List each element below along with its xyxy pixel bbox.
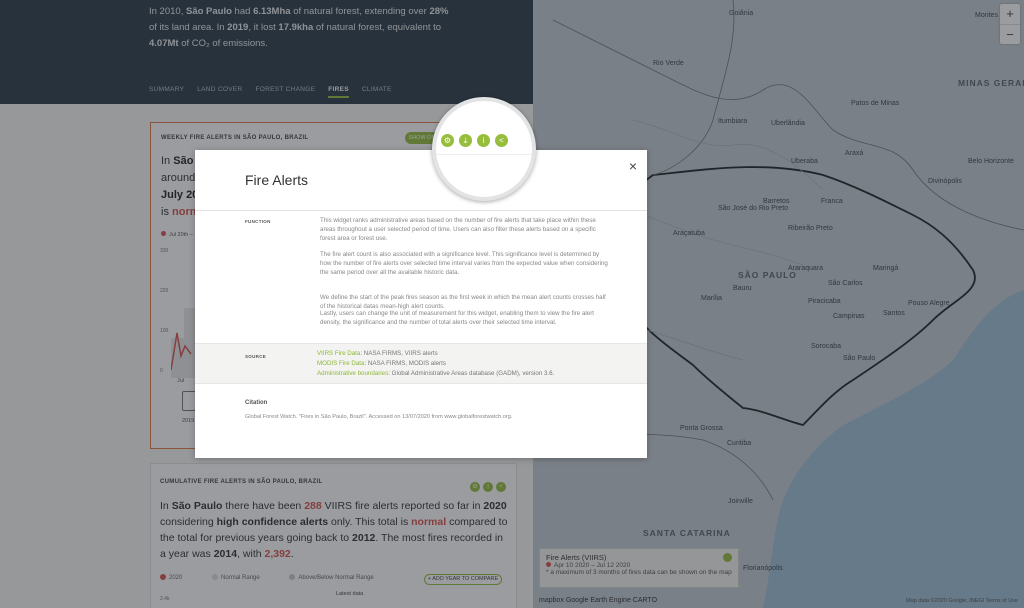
- source-link[interactable]: MODIS Fire Data: [317, 360, 364, 367]
- citation-text: Global Forest Watch. "Fires in São Paulo…: [245, 414, 513, 420]
- close-icon[interactable]: ×: [629, 158, 637, 174]
- toolbar-magnifier: ⚙ ⤓ i <: [432, 97, 536, 201]
- source-label: SOURCE: [245, 354, 267, 359]
- settings-icon[interactable]: ⚙: [441, 134, 454, 148]
- source-section: SOURCE VIIRS Fire Data: NASA FIRMS, VIIR…: [195, 343, 647, 384]
- source-line: MODIS Fire Data: NASA FIRMS, MODIS alert…: [317, 360, 446, 367]
- divider: [436, 154, 532, 155]
- citation-label: Citation: [245, 400, 268, 406]
- function-paragraph: The fire alert count is also associated …: [320, 251, 608, 276]
- widget-toolbar-zoomed: ⚙ ⤓ i <: [441, 132, 513, 150]
- divider: [195, 210, 647, 211]
- function-paragraph: This widget ranks administrative areas b…: [320, 217, 596, 242]
- source-link[interactable]: Administrative boundaries: [317, 370, 388, 377]
- modal-title: Fire Alerts: [245, 172, 309, 188]
- info-icon[interactable]: i: [477, 134, 490, 148]
- source-line: Administrative boundaries: Global Admini…: [317, 370, 555, 377]
- share-icon[interactable]: <: [495, 134, 508, 148]
- source-line: VIIRS Fire Data: NASA FIRMS, VIIRS alert…: [317, 350, 438, 357]
- function-paragraph: Lastly, users can change the unit of mea…: [320, 310, 594, 326]
- source-link[interactable]: VIIRS Fire Data: [317, 350, 360, 357]
- download-icon[interactable]: ⤓: [459, 134, 472, 148]
- function-label: FUNCTION: [245, 219, 271, 224]
- fire-alerts-info-modal: Fire Alerts × FUNCTION This widget ranks…: [195, 150, 647, 458]
